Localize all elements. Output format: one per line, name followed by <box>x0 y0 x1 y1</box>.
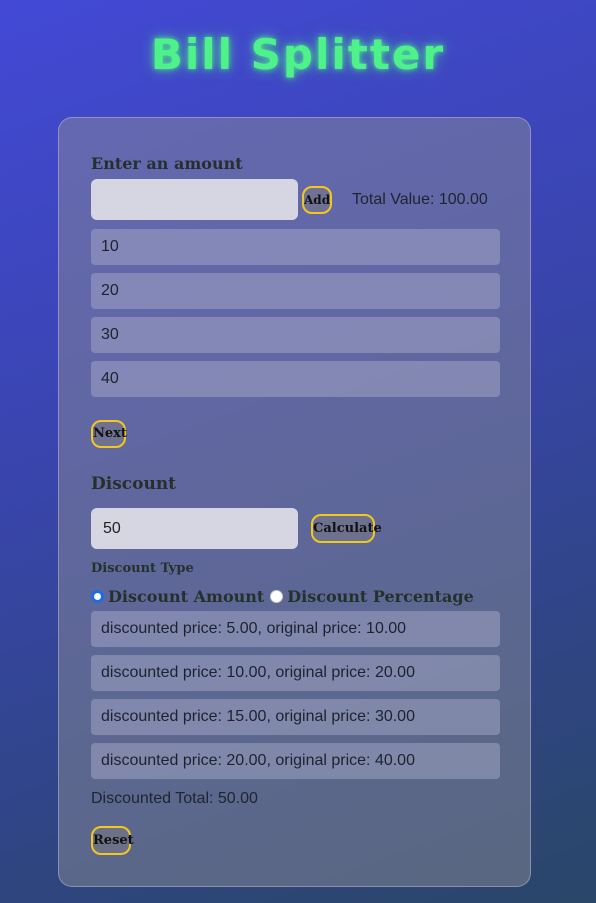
discount-amount-label: Discount Amount <box>108 586 265 606</box>
radio-discount-percentage[interactable] <box>270 589 284 603</box>
amount-input[interactable] <box>91 179 298 220</box>
discount-result: discounted price: 15.00, original price:… <box>91 699 500 735</box>
next-button[interactable]: Next <box>91 420 127 448</box>
amount-item: 20 <box>91 273 500 309</box>
discount-result: discounted price: 5.00, original price: … <box>91 611 500 647</box>
discounted-total: Discounted Total: 50.00 <box>91 790 258 807</box>
discount-result: discounted price: 10.00, original price:… <box>91 655 500 691</box>
discount-type-label: Discount Type <box>91 561 194 576</box>
amount-label: Enter an amount <box>91 154 243 173</box>
discount-type-options: Discount Amount Discount Percentage <box>91 585 474 607</box>
add-button[interactable]: Add <box>302 186 332 214</box>
discount-input[interactable] <box>91 508 298 549</box>
app-title: Bill Splitter <box>150 30 446 79</box>
bill-splitter-card: Enter an amount Add Total Value: 100.00 … <box>58 117 531 887</box>
discount-percentage-label: Discount Percentage <box>287 586 474 606</box>
amount-item: 10 <box>91 229 500 265</box>
discount-result: discounted price: 20.00, original price:… <box>91 743 500 779</box>
calculate-button[interactable]: Calculate <box>311 514 382 543</box>
amount-item: 40 <box>91 361 500 397</box>
discount-label: Discount <box>91 474 177 494</box>
reset-button[interactable]: Reset <box>91 826 134 855</box>
amount-item: 30 <box>91 317 500 353</box>
radio-discount-amount[interactable] <box>91 589 104 603</box>
total-value: Total Value: 100.00 <box>352 191 488 208</box>
